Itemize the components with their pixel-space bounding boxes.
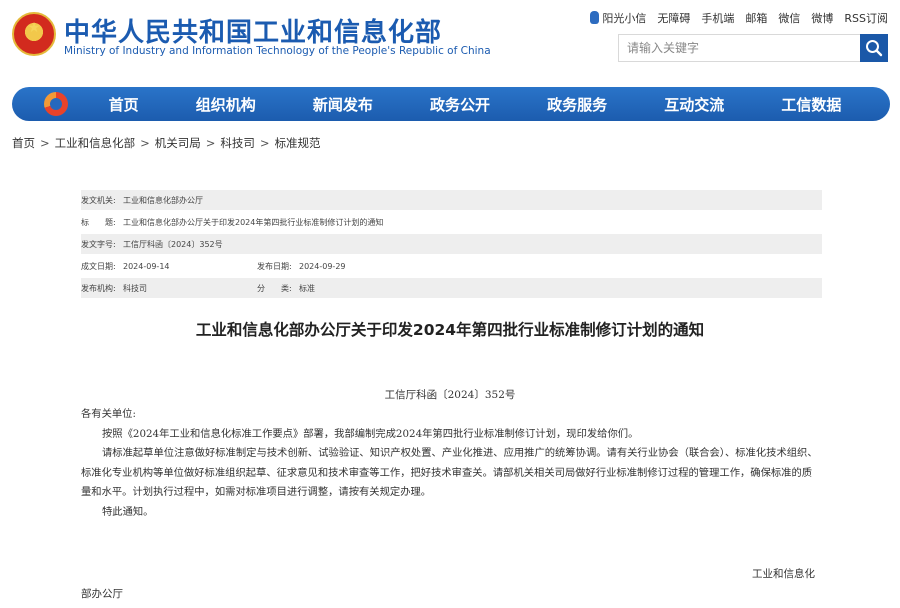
article-salutation: 各有关单位: bbox=[81, 408, 136, 420]
breadcrumb-separator: > bbox=[140, 136, 150, 150]
meta-title: 工业和信息化部办公厅关于印发2024年第四批行业标准制修订计划的通知 bbox=[123, 217, 384, 227]
meta-row-doc-number: 发文字号: 工信厅科函〔2024〕352号 bbox=[81, 234, 822, 254]
national-emblem-icon[interactable] bbox=[12, 12, 56, 56]
top-link-weibo[interactable]: 微博 bbox=[811, 10, 833, 26]
article-body: 各有关单位: 按照《2024年工业和信息化标准工作要点》部署，我部编制完成202… bbox=[81, 405, 822, 522]
meta-label: 发布日期: bbox=[257, 261, 292, 271]
top-link-wechat[interactable]: 微信 bbox=[778, 10, 800, 26]
site-title[interactable]: 中华人民共和国工业和信息化部 bbox=[64, 12, 442, 49]
breadcrumb-ministry[interactable]: 工业和信息化部 bbox=[55, 136, 136, 150]
breadcrumb: 首页 > 工业和信息化部 > 机关司局 > 科技司 > 标准规范 bbox=[12, 135, 321, 151]
meta-row-title: 标 题: 工业和信息化部办公厅关于印发2024年第四批行业标准制修订计划的通知 bbox=[81, 212, 822, 232]
article-paragraph: 按照《2024年工业和信息化标准工作要点》部署，我部编制完成2024年第四批行业… bbox=[102, 427, 639, 440]
main-nav: 首页 组织机构 新闻发布 政务公开 政务服务 互动交流 工信数据 bbox=[12, 87, 890, 121]
meta-label: 分 类: bbox=[257, 283, 292, 293]
breadcrumb-departments[interactable]: 机关司局 bbox=[155, 136, 201, 150]
meta-row-dates: 成文日期: 2024-09-14 发布日期: 2024-09-29 bbox=[81, 256, 822, 276]
top-link-mobile[interactable]: 手机端 bbox=[701, 10, 734, 26]
meta-row-issuer: 发文机关: 工业和信息化部办公厅 bbox=[81, 190, 822, 210]
meta-row-agency: 发布机构: 科技司 分 类: 标准 bbox=[81, 278, 822, 298]
signature-line-1: 工业和信息化 bbox=[752, 568, 815, 580]
meta-label: 标 题: bbox=[81, 217, 116, 227]
breadcrumb-standards[interactable]: 标准规范 bbox=[275, 136, 321, 150]
meta-label: 发文机关: bbox=[81, 195, 116, 205]
site-subtitle: Ministry of Industry and Information Tec… bbox=[64, 45, 491, 57]
meta-published-date: 2024-09-29 bbox=[299, 261, 346, 271]
mascot-icon bbox=[590, 11, 600, 24]
document-meta-table: 发文机关: 工业和信息化部办公厅 标 题: 工业和信息化部办公厅关于印发2024… bbox=[81, 190, 822, 300]
top-links: 阳光小信 无障碍 手机端 邮箱 微信 微博 RSS订阅 bbox=[590, 10, 888, 26]
article-doc-number: 工信厅科函〔2024〕352号 bbox=[384, 389, 516, 401]
breadcrumb-home[interactable]: 首页 bbox=[12, 136, 35, 150]
meta-cell-created: 成文日期: 2024-09-14 bbox=[81, 261, 257, 272]
signature-line-2: 部办公厅 bbox=[81, 588, 123, 600]
meta-cell-agency: 发布机构: 科技司 bbox=[81, 283, 257, 294]
nav-item-government-affairs[interactable]: 政务公开 bbox=[430, 94, 490, 115]
meta-label: 成文日期: bbox=[81, 261, 116, 271]
breadcrumb-separator: > bbox=[205, 136, 216, 150]
meta-cell-published: 发布日期: 2024-09-29 bbox=[257, 261, 346, 272]
top-link-accessibility[interactable]: 无障碍 bbox=[657, 10, 690, 26]
top-link-mascot[interactable]: 阳光小信 bbox=[590, 10, 646, 26]
meta-label: 发布机构: bbox=[81, 283, 116, 293]
nav-item-home[interactable]: 首页 bbox=[109, 94, 139, 115]
meta-category: 标准 bbox=[299, 283, 315, 293]
article-paragraph: 请标准起草单位注意做好标准制定与技术创新、试验验证、知识产权处置、产业化推进、应… bbox=[81, 447, 818, 498]
site-header: 中华人民共和国工业和信息化部 Ministry of Industry and … bbox=[0, 0, 900, 82]
meta-agency: 科技司 bbox=[123, 283, 147, 293]
search-box bbox=[618, 34, 888, 62]
meta-created-date: 2024-09-14 bbox=[123, 261, 170, 271]
top-link-rss[interactable]: RSS订阅 bbox=[844, 10, 888, 26]
article-title: 工业和信息化部办公厅关于印发2024年第四批行业标准制修订计划的通知 bbox=[195, 321, 705, 339]
breadcrumb-separator: > bbox=[40, 136, 50, 150]
nav-logo-icon[interactable] bbox=[44, 92, 68, 116]
search-button[interactable] bbox=[860, 34, 888, 62]
search-icon bbox=[866, 40, 883, 57]
nav-item-organization[interactable]: 组织机构 bbox=[196, 94, 256, 115]
breadcrumb-separator: > bbox=[259, 136, 270, 150]
nav-item-interaction[interactable]: 互动交流 bbox=[664, 94, 724, 115]
nav-items: 首页 组织机构 新闻发布 政务公开 政务服务 互动交流 工信数据 bbox=[80, 94, 890, 115]
nav-item-government-services[interactable]: 政务服务 bbox=[547, 94, 607, 115]
nav-item-data[interactable]: 工信数据 bbox=[781, 94, 841, 115]
meta-doc-number: 工信厅科函〔2024〕352号 bbox=[123, 239, 223, 249]
meta-label: 发文字号: bbox=[81, 239, 116, 249]
top-link-mailbox[interactable]: 邮箱 bbox=[745, 10, 767, 26]
article-closing: 特此通知。 bbox=[102, 505, 154, 518]
breadcrumb-science-tech[interactable]: 科技司 bbox=[220, 136, 255, 150]
meta-issuer: 工业和信息化部办公厅 bbox=[123, 195, 203, 205]
search-input[interactable] bbox=[619, 35, 863, 61]
meta-cell-category: 分 类: 标准 bbox=[257, 283, 315, 294]
nav-item-news[interactable]: 新闻发布 bbox=[313, 94, 373, 115]
